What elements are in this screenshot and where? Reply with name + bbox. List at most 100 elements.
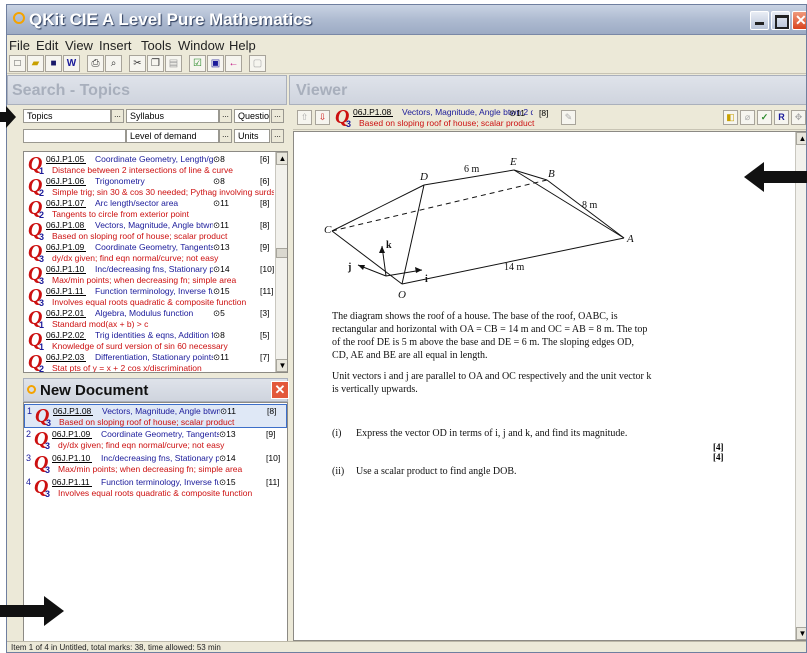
level-badge: 3 xyxy=(346,119,352,129)
question-description: Standard mod(ax + b) > c xyxy=(52,319,149,329)
topics-field[interactable]: Topics xyxy=(23,109,111,123)
questions-browse-button[interactable]: ... xyxy=(271,109,284,123)
item-number: 3 xyxy=(26,453,32,463)
topics-list[interactable]: Q 1 06J.P1.05 Coordinate Geometry, Length/g… xyxy=(23,151,288,373)
question-code: 06J.P1.09 xyxy=(46,242,85,252)
scroll-up-icon[interactable]: ▲ xyxy=(276,152,287,165)
cut-icon[interactable]: ✂ xyxy=(129,55,146,72)
menu-help[interactable]: Help xyxy=(229,38,256,53)
question-description: Involves equal roots quadratic & composi… xyxy=(52,297,247,307)
topic-row[interactable]: Q 3 06J.P1.08 Vectors, Magnitude, Angle btw… xyxy=(26,219,274,243)
syllabus-field[interactable]: Syllabus xyxy=(126,109,219,123)
paste-icon[interactable]: ▤ xyxy=(165,55,182,72)
copy-icon[interactable]: ❐ xyxy=(147,55,164,72)
document-row[interactable]: 3 Q 3 06J.P1.10 Inc/decreasing fns, Stationa… xyxy=(24,452,287,476)
check-icon[interactable]: ☑ xyxy=(189,55,206,72)
level-browse-button[interactable]: ... xyxy=(219,129,232,143)
annotate-icon[interactable]: ⌀ xyxy=(740,110,755,125)
question-description: Knowledge of surd version of sin 60 nece… xyxy=(52,341,228,351)
label-de-length: 6 m xyxy=(464,164,480,175)
units-field[interactable]: Units xyxy=(234,129,270,143)
topic-row[interactable]: Q 3 06J.P1.09 Coordinate Geometry, Tangents… xyxy=(26,241,274,265)
level-badge: 3 xyxy=(45,465,51,475)
move-down-icon[interactable]: ⇩ xyxy=(315,110,330,125)
question-description: Based on sloping roof of house; scalar p… xyxy=(52,231,228,241)
question-topic: Trigonometry xyxy=(95,176,145,186)
question-marks: [8] xyxy=(260,220,270,230)
scroll-down-icon[interactable]: ▼ xyxy=(276,359,287,372)
label-o: O xyxy=(398,289,406,301)
level-of-demand-field[interactable]: Level of demand xyxy=(126,129,219,143)
viewer-header: Viewer xyxy=(289,75,806,105)
new-file-icon[interactable]: □ xyxy=(9,55,26,72)
menu-view[interactable]: View xyxy=(65,38,93,53)
topics-browse-button[interactable]: ... xyxy=(111,109,124,123)
save-icon[interactable]: ■ xyxy=(45,55,62,72)
units-browse-button[interactable]: ... xyxy=(271,129,284,143)
print-icon[interactable]: ⎙ xyxy=(87,55,104,72)
menu-edit[interactable]: Edit xyxy=(36,38,58,53)
minimize-button[interactable] xyxy=(750,11,769,30)
close-window-button[interactable] xyxy=(792,11,806,30)
question-marks: [9] xyxy=(266,429,276,439)
question-topic: Trig identities & eqns, Addition formula xyxy=(95,330,213,340)
questions-field[interactable]: Questions xyxy=(234,109,270,123)
document-row[interactable]: 4 Q 3 06J.P1.11 Function terminology, Invers… xyxy=(24,476,287,500)
topic-row[interactable]: Q 1 06J.P1.05 Coordinate Geometry, Length/g… xyxy=(26,153,274,177)
document-row[interactable]: 1 Q 3 06J.P1.08 Vectors, Magnitude, Angle bt… xyxy=(24,404,287,428)
level-badge: 2 xyxy=(39,364,45,373)
syllabus-browse-button[interactable]: ... xyxy=(219,109,232,123)
question-description: Based on sloping roof of house; scalar p… xyxy=(59,417,235,427)
topic-row[interactable]: Q 2 06J.P1.07 Arc length/sector area ⊙11 [8] T… xyxy=(26,197,274,221)
window-title: QKit CIE A Level Pure Mathematics xyxy=(29,10,313,29)
question-marks: [6] xyxy=(260,176,270,186)
question-marks: [10] xyxy=(266,453,281,463)
form-icon[interactable]: ▣ xyxy=(207,55,224,72)
document-row[interactable]: 2 Q 3 06J.P1.09 Coordinate Geometry, Tangent… xyxy=(24,428,287,452)
pointer-arrow-icon xyxy=(0,596,64,626)
label-c: C xyxy=(324,224,332,236)
question-topic: Algebra, Modulus function xyxy=(95,308,194,318)
menu-insert[interactable]: Insert xyxy=(99,38,132,53)
topic-row[interactable]: Q 3 06J.P1.11 Function terminology, Inverse… xyxy=(26,285,274,309)
maximize-button[interactable] xyxy=(771,11,790,30)
scroll-thumb[interactable] xyxy=(276,248,287,258)
topic-row[interactable]: Q 1 06J.P2.02 Trig identities & eqns, Addit… xyxy=(26,329,274,353)
application-window: QKit CIE A Level Pure Mathematics File E… xyxy=(6,4,807,653)
mark-scheme-icon[interactable]: ✓ xyxy=(757,110,772,125)
report-icon[interactable]: R xyxy=(774,110,789,125)
question-topic: Coordinate Geometry, Tangents & normals, xyxy=(101,429,219,439)
topic-row[interactable]: Q 2 06J.P2.03 Differentiation, Stationary p… xyxy=(26,351,274,373)
topics-scrollbar[interactable]: ▲ ▼ xyxy=(275,152,287,372)
navigate-icon[interactable]: ✥ xyxy=(791,110,806,125)
move-up-icon[interactable]: ⇧ xyxy=(297,110,312,125)
item-number: 1 xyxy=(27,406,33,416)
topic-row[interactable]: Q 3 06J.P1.10 Inc/decreasing fns, Stationar… xyxy=(26,263,274,287)
menu-window[interactable]: Window xyxy=(178,38,224,53)
question-marks: [5] xyxy=(260,330,270,340)
answer-icon[interactable]: ◧ xyxy=(723,110,738,125)
question-description: dy/dx given; find eqn normal/curve; not … xyxy=(58,440,225,450)
disabled-tool-icon: ▢ xyxy=(249,55,266,72)
menu-file[interactable]: File xyxy=(9,38,30,53)
question-viewer[interactable]: C D E B A O k j i 6 m 8 m 14 m The diagr… xyxy=(293,131,806,641)
close-document-button[interactable]: ✕ xyxy=(271,381,289,399)
viewer-scrollbar[interactable]: ▲ ▼ xyxy=(795,132,806,640)
scroll-down-icon[interactable]: ▼ xyxy=(796,627,806,640)
item-number: 2 xyxy=(26,429,32,439)
menu-bar: File Edit View Insert Tools Window Help xyxy=(7,36,806,54)
scroll-up-icon[interactable]: ▲ xyxy=(796,132,806,145)
topic-row[interactable]: Q 1 06J.P2.01 Algebra, Modulus function ⊙5 [3… xyxy=(26,307,274,331)
topic-row[interactable]: Q 2 06J.P1.06 Trigonometry ⊙8 [6] Simple trig;… xyxy=(26,175,274,199)
question-time: ⊙13 xyxy=(213,242,230,252)
level-spacer-field[interactable] xyxy=(23,129,126,143)
question-code: 06J.P1.06 xyxy=(46,176,85,186)
part-1-marks: [4] xyxy=(713,442,724,452)
menu-tools[interactable]: Tools xyxy=(141,38,171,53)
back-arrow-icon[interactable]: ← xyxy=(225,55,242,72)
print-preview-icon[interactable]: ⌕ xyxy=(105,55,122,72)
export-icon[interactable]: W xyxy=(63,55,80,72)
open-folder-icon[interactable]: ▰ xyxy=(27,55,44,72)
question-time: ⊙5 xyxy=(213,308,225,318)
title-bar: QKit CIE A Level Pure Mathematics xyxy=(7,5,806,35)
